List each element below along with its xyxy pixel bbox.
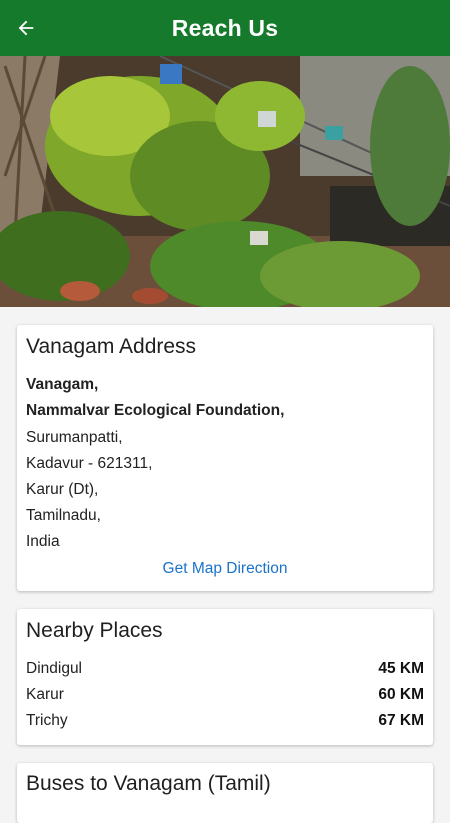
address-card: Vanagam Address Vanagam, Nammalvar Ecolo… <box>17 325 433 591</box>
app-bar: Reach Us <box>0 0 450 56</box>
get-map-direction-link[interactable]: Get Map Direction <box>17 560 433 578</box>
place-name: Trichy <box>26 712 68 729</box>
place-name: Karur <box>26 686 64 703</box>
place-row: Karur 60 KM <box>26 684 424 706</box>
arrow-left-icon <box>18 20 34 36</box>
address-line: Kadavur - 621311, <box>26 455 153 472</box>
back-button[interactable] <box>12 14 40 42</box>
place-distance: 45 KM <box>378 660 424 677</box>
place-distance: 60 KM <box>378 686 424 703</box>
address-heading: Vanagam Address <box>26 335 197 358</box>
nearby-places-card: Nearby Places Dindigul 45 KM Karur 60 KM… <box>17 609 433 745</box>
address-line: Nammalvar Ecological Foundation, <box>26 402 285 419</box>
place-row: Dindigul 45 KM <box>26 658 424 680</box>
address-line: Vanagam, <box>26 376 99 393</box>
place-name: Dindigul <box>26 660 83 677</box>
hero-image <box>0 56 450 307</box>
page-title: Reach Us <box>171 14 279 41</box>
address-line: Surumanpatti, <box>26 429 123 446</box>
place-row: Trichy 67 KM <box>26 710 424 732</box>
garden-photo <box>0 56 450 307</box>
place-distance: 67 KM <box>378 712 424 729</box>
address-line: Tamilnadu, <box>26 507 101 524</box>
nearby-places-heading: Nearby Places <box>26 619 163 642</box>
address-line: Karur (Dt), <box>26 481 99 498</box>
buses-card: Buses to Vanagam (Tamil) <box>17 763 433 823</box>
buses-heading: Buses to Vanagam (Tamil) <box>26 772 271 795</box>
address-line: India <box>26 533 60 550</box>
